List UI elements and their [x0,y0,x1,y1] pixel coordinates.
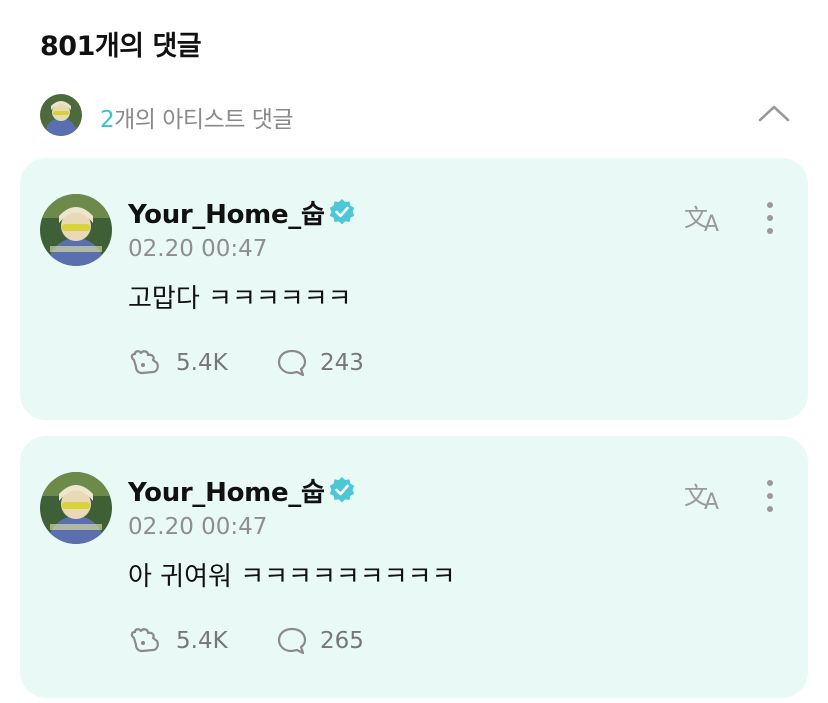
translate-icon[interactable]: 文 A [684,478,726,515]
reply-count: 265 [320,628,364,654]
like-button[interactable]: 5.4K [128,624,238,658]
comment-text: 고맙다 ㅋㅋㅋㅋㅋㅋ [128,284,352,314]
avatar[interactable] [40,472,112,544]
artist-comments-count: 2 [100,107,115,133]
more-vertical-icon[interactable] [760,476,780,516]
like-icon [130,628,159,653]
reply-button[interactable]: 243 [276,346,386,380]
more-vertical-icon[interactable] [760,198,780,238]
artist-avatar [40,94,82,136]
comment-author[interactable]: Your_Home_숩 [128,194,325,231]
artist-comments-label-suffix: 개의 아티스트 댓글 [114,107,294,133]
comments-count-title: 801개의 댓글 [40,31,202,62]
svg-text:A: A [704,212,719,234]
reply-button[interactable]: 265 [276,624,386,658]
comment-timestamp: 02.20 00:47 [128,514,268,540]
reply-bubble-icon [277,349,307,377]
artist-comment-card: Your_Home_숩 02.20 00:47 文 A 아 귀여워 ㅋㅋㅋㅋㅋㅋ… [20,436,808,698]
comment-timestamp: 02.20 00:47 [128,236,268,262]
artist-comment-card: Your_Home_숩 02.20 00:47 文 A 고맙다 ㅋㅋㅋㅋㅋㅋ 5… [20,158,808,420]
chevron-up-icon[interactable] [756,98,792,128]
verified-badge-icon [328,476,356,504]
like-count: 5.4K [176,628,228,654]
comment-author[interactable]: Your_Home_숩 [128,472,325,509]
comment-text: 아 귀여워 ㅋㅋㅋㅋㅋㅋㅋㅋㅋ [128,562,456,592]
verified-badge-icon [328,198,356,226]
avatar[interactable] [40,194,112,266]
artist-comments-label: 2개의 아티스트 댓글 [100,100,294,134]
like-icon [130,350,159,375]
like-button[interactable]: 5.4K [128,346,238,380]
translate-icon[interactable]: 文 A [684,200,726,237]
reply-bubble-icon [277,627,307,655]
svg-text:A: A [704,490,719,512]
artist-comments-toggle[interactable]: 2개의 아티스트 댓글 [40,92,792,138]
reply-count: 243 [320,350,364,376]
like-count: 5.4K [176,350,228,376]
